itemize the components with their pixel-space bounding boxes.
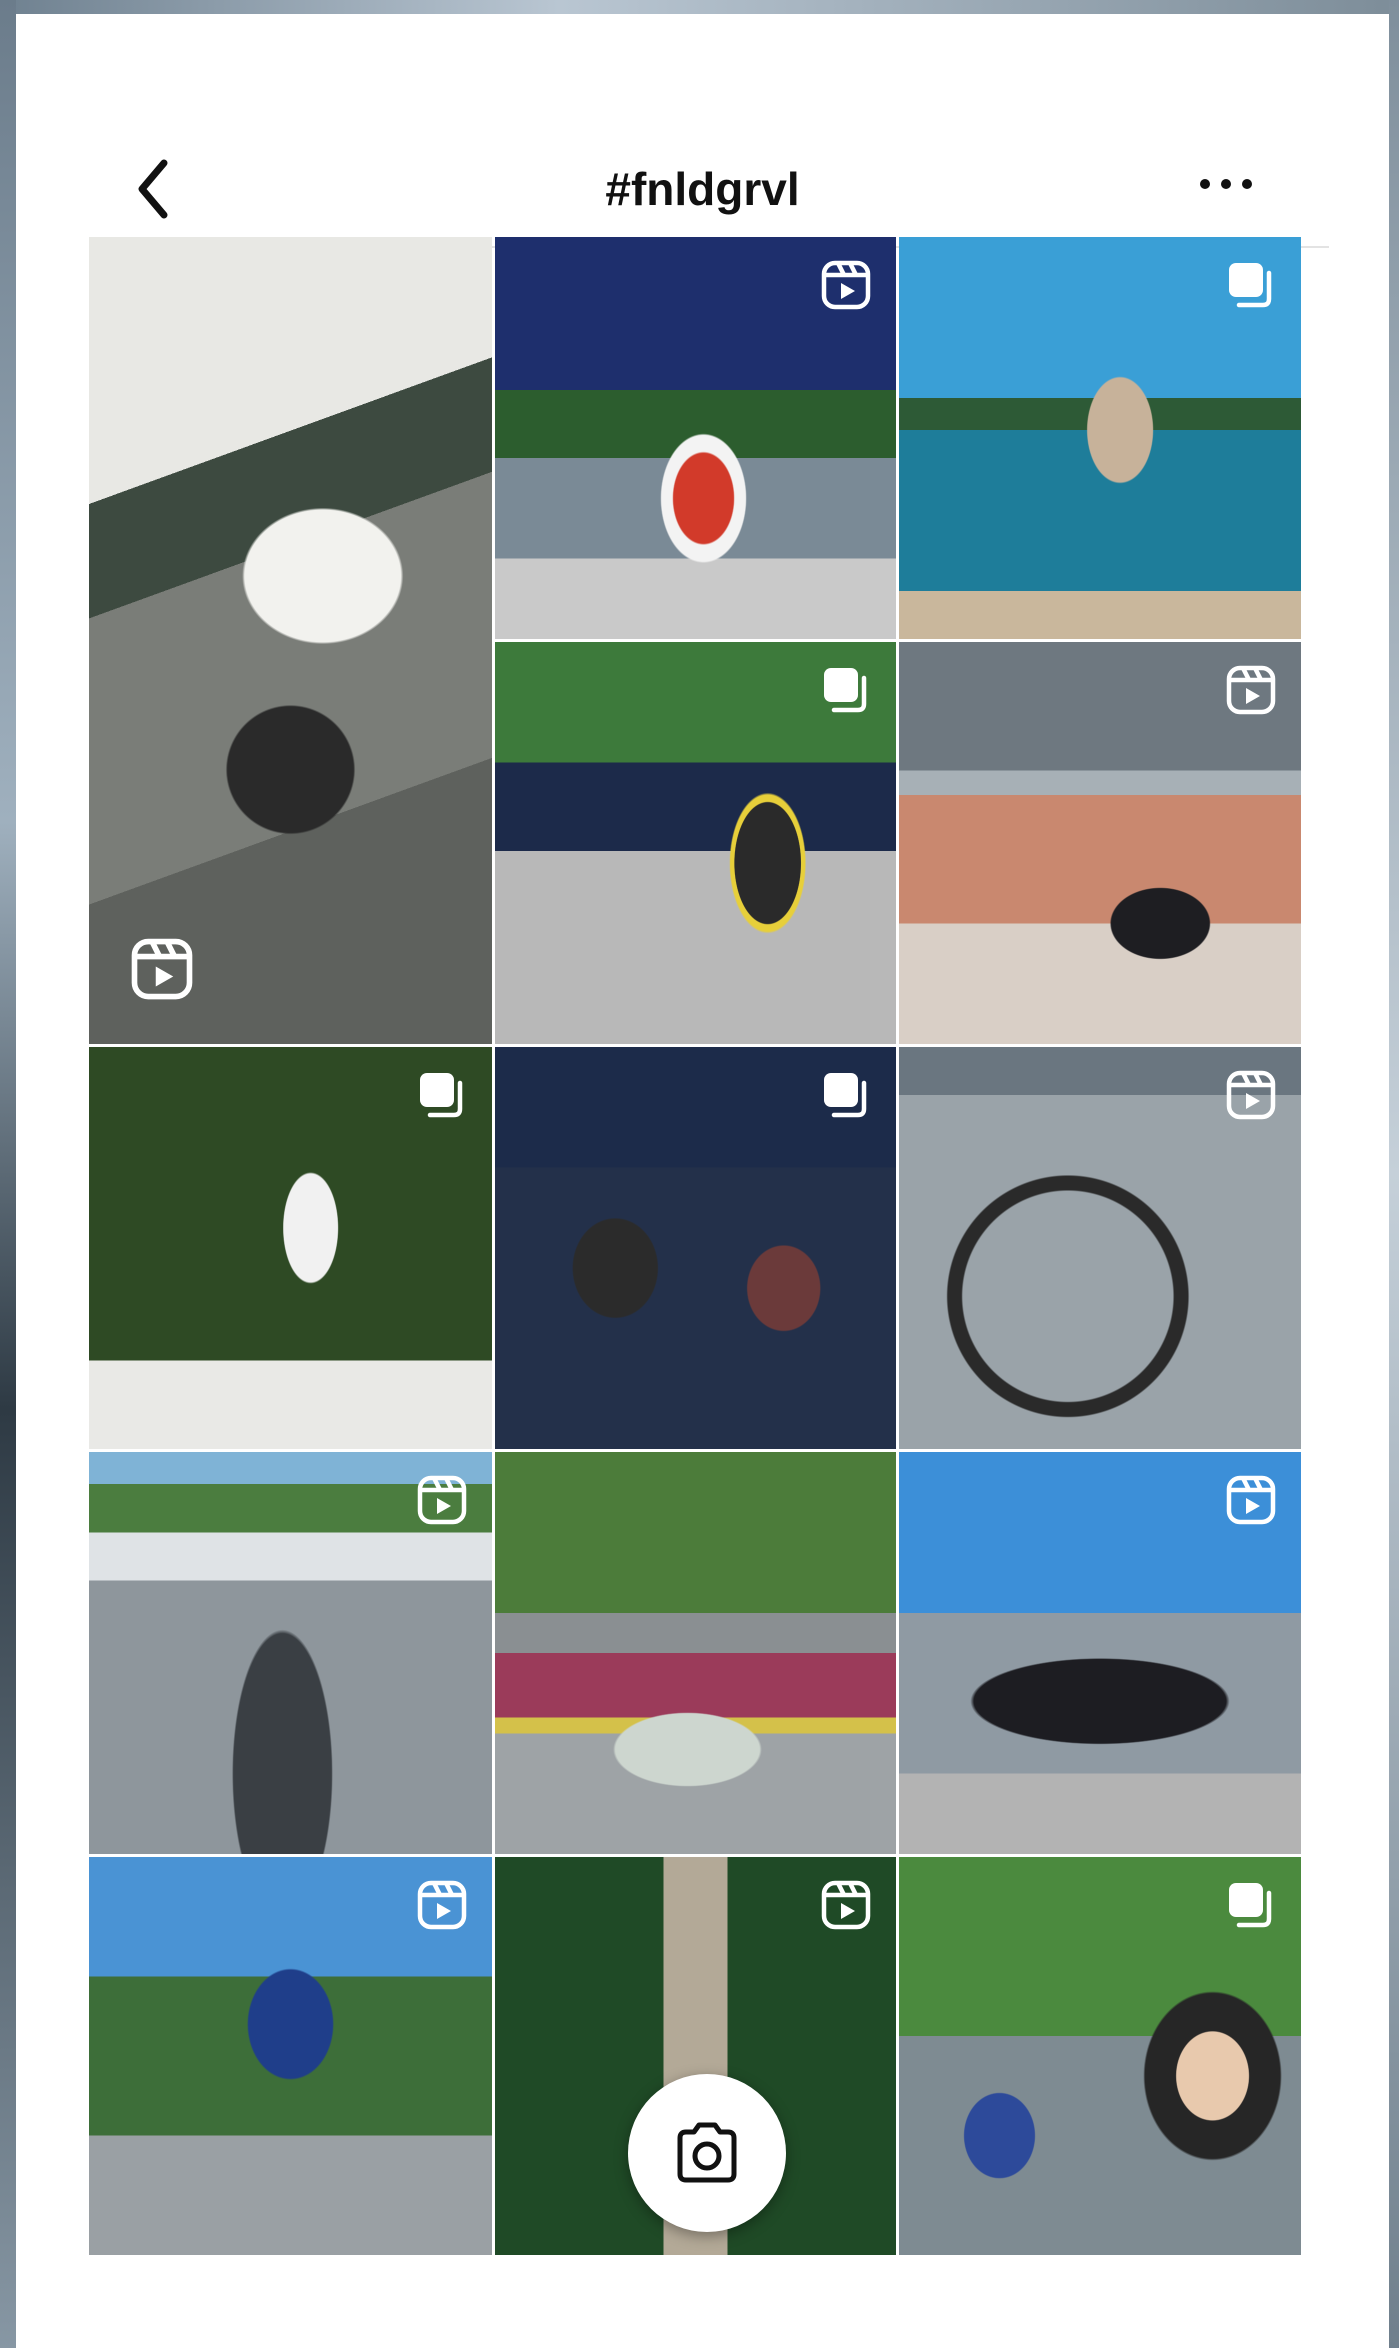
reel-icon: [414, 1472, 470, 1528]
carousel-icon: [1223, 257, 1279, 313]
grid-tile[interactable]: [89, 1047, 492, 1449]
backdrop-left: [0, 0, 16, 2348]
page-title: #fnldgrvl: [605, 163, 800, 215]
grid-tile[interactable]: [495, 237, 896, 639]
carousel-icon: [818, 1067, 874, 1123]
more-options-button[interactable]: [1191, 164, 1261, 204]
grid-tile[interactable]: [495, 1452, 896, 1854]
backdrop-top: [0, 0, 1399, 14]
grid-tile[interactable]: [899, 1047, 1301, 1449]
grid-tile[interactable]: [495, 1047, 896, 1449]
grid-tile[interactable]: [899, 642, 1301, 1044]
camera-icon: [677, 2122, 737, 2183]
grid-tile[interactable]: [899, 237, 1301, 639]
reel-icon: [1223, 662, 1279, 718]
grid-tile[interactable]: [899, 1857, 1301, 2255]
carousel-icon: [414, 1067, 470, 1123]
camera-button[interactable]: [628, 2074, 786, 2232]
grid-tile[interactable]: [89, 237, 492, 1044]
grid-tile[interactable]: [89, 1857, 492, 2255]
post-grid: [89, 237, 1313, 2263]
reel-icon: [1223, 1067, 1279, 1123]
header: #fnldgrvl: [16, 14, 1389, 244]
grid-tile[interactable]: [899, 1452, 1301, 1854]
reel-icon: [414, 1877, 470, 1933]
reel-icon: [818, 257, 874, 313]
reel-icon: [818, 1877, 874, 1933]
reel-icon: [1223, 1472, 1279, 1528]
grid-tile[interactable]: [495, 642, 896, 1044]
carousel-icon: [818, 662, 874, 718]
grid-tile[interactable]: [89, 1452, 492, 1854]
backdrop-right: [1389, 0, 1399, 2348]
reel-icon: [127, 934, 197, 1004]
carousel-icon: [1223, 1877, 1279, 1933]
ellipsis-icon: [1200, 179, 1252, 189]
